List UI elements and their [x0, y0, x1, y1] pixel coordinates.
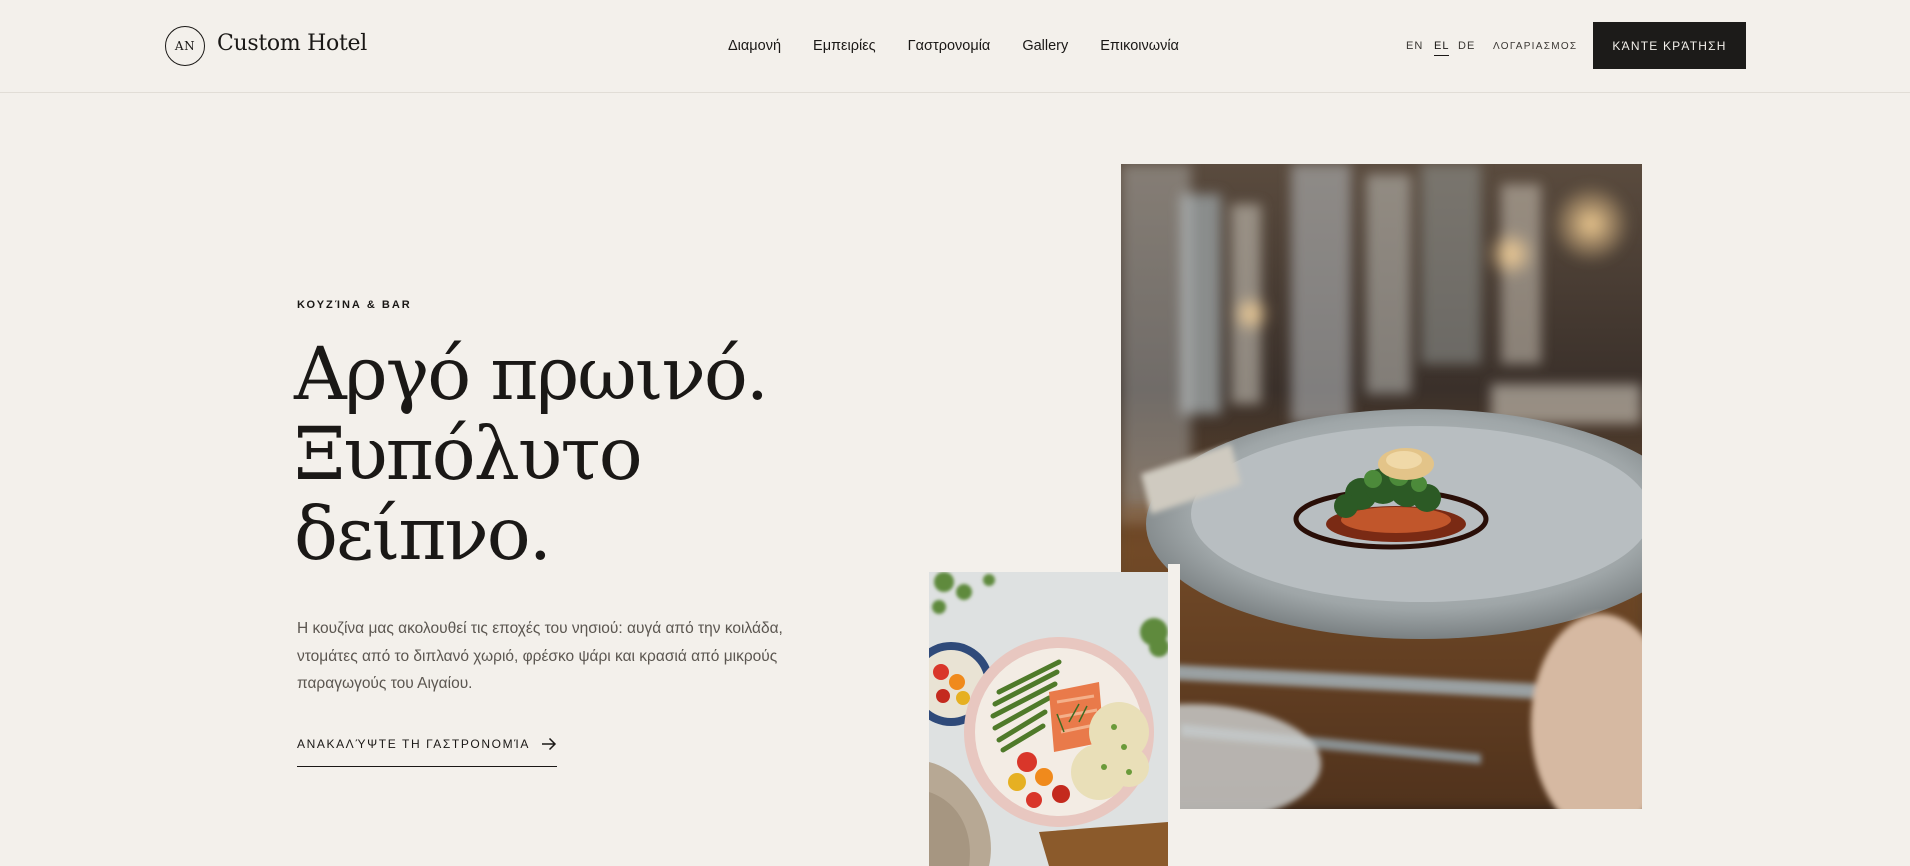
- headline-line-2: Ξυπόλυτο: [294, 412, 643, 497]
- cta-label: ΑΝΑΚΑΛΎΨΤΕ ΤΗ ΓΑΣΤΡΟΝΟΜΊΑ: [297, 737, 530, 751]
- arrow-right-icon: [542, 737, 557, 751]
- image-frame-gap: [1168, 564, 1180, 809]
- nav-item-gastronomy[interactable]: Γαστρονομία: [908, 38, 991, 54]
- headline-line-1: Αργό πρωινό.: [294, 332, 769, 417]
- site-header: AN Custom Hotel Διαμονή Εμπειρίες Γαστρο…: [0, 0, 1910, 93]
- restaurant-dish-image: [1121, 164, 1642, 809]
- section-eyebrow: ΚΟΥΖΊΝΑ & BAR: [297, 299, 412, 311]
- account-link[interactable]: ΛΟΓΑΡΙΑΣΜΟΣ: [1493, 41, 1577, 52]
- logo-mark[interactable]: AN: [165, 26, 205, 66]
- language-en[interactable]: EN: [1406, 40, 1423, 52]
- logo-text[interactable]: Custom Hotel: [217, 31, 367, 56]
- hero-headline: Αργό πρωινό. Ξυπόλυτο δείπνο.: [294, 335, 814, 575]
- discover-gastronomy-link[interactable]: ΑΝΑΚΑΛΎΨΤΕ ΤΗ ΓΑΣΤΡΟΝΟΜΊΑ: [297, 737, 557, 767]
- salad-bowl-image: [929, 572, 1168, 866]
- nav-item-experiences[interactable]: Εμπειρίες: [813, 38, 876, 54]
- main-nav: Διαμονή Εμπειρίες Γαστρονομία Gallery Επ…: [728, 38, 1179, 54]
- language-el[interactable]: EL: [1434, 40, 1450, 56]
- book-now-button[interactable]: ΚΆΝΤΕ ΚΡΆΤΗΣΗ: [1593, 22, 1746, 69]
- nav-item-gallery[interactable]: Gallery: [1022, 38, 1068, 54]
- hero-description: Η κουζίνα μας ακολουθεί τις εποχές του ν…: [297, 620, 783, 692]
- nav-item-stay[interactable]: Διαμονή: [728, 38, 781, 54]
- headline-line-3: δείπνο.: [294, 492, 552, 577]
- language-de[interactable]: DE: [1458, 40, 1475, 52]
- nav-item-contact[interactable]: Επικοινωνία: [1100, 38, 1179, 54]
